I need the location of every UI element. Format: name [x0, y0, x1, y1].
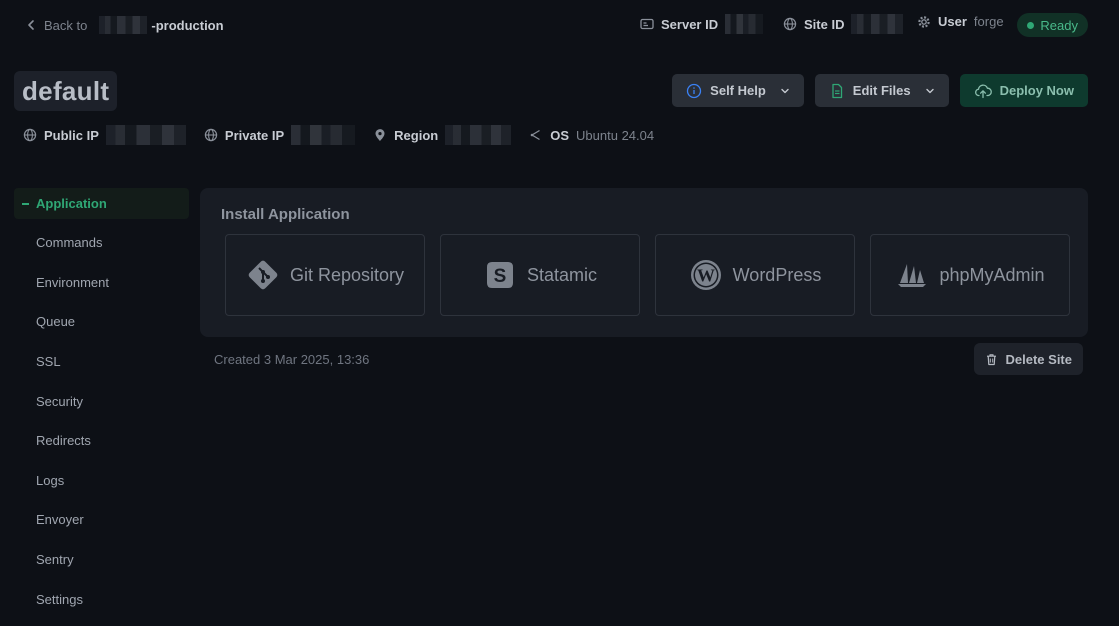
edit-files-button[interactable]: Edit Files	[814, 74, 949, 107]
file-icon	[832, 83, 842, 98]
sidebar-item-label: Redirects	[36, 433, 91, 449]
sidebar-item-environment[interactable]: Environment	[14, 263, 189, 303]
install-application-panel: Install Application Git Repository S Sta…	[200, 188, 1088, 337]
wordpress-icon: W	[690, 260, 721, 290]
back-label: Back to	[44, 17, 88, 33]
back-link[interactable]: Back to -production	[24, 16, 224, 34]
redacted-site-id	[851, 14, 904, 34]
app-name: Statamic	[526, 264, 598, 285]
status-label: Ready	[1040, 17, 1078, 33]
region: Region	[373, 125, 512, 145]
app-name: phpMyAdmin	[939, 264, 1045, 285]
app-name: Git Repository	[289, 264, 405, 285]
sidebar-item-label: Queue	[36, 314, 76, 330]
os-value: Ubuntu 24.04	[576, 127, 655, 143]
region-label: Region	[394, 127, 439, 143]
user-info: User forge	[917, 14, 1004, 29]
sidebar-item-queue[interactable]: Queue	[14, 302, 189, 342]
gear-icon	[918, 15, 930, 28]
deploy-now-label: Deploy Now	[999, 83, 1074, 98]
statamic-icon: S	[486, 262, 513, 288]
sidebar-item-label: Security	[36, 393, 83, 409]
private-ip-label: Private IP	[224, 127, 285, 143]
page-title: default	[14, 71, 118, 111]
cloud-upload-icon	[974, 84, 992, 98]
git-icon	[248, 260, 278, 290]
sidebar-item-redirects[interactable]: Redirects	[14, 421, 189, 461]
redacted-private-ip	[291, 125, 356, 145]
map-pin-icon	[375, 129, 385, 141]
app-cards: Git Repository S Statamic W WordPress ph…	[225, 234, 1070, 316]
info-icon	[687, 83, 702, 98]
sidebar-item-security[interactable]: Security	[14, 381, 189, 421]
install-application-title: Install Application	[221, 206, 350, 223]
trash-icon	[986, 353, 996, 365]
minus-icon	[22, 202, 29, 205]
sidebar-item-envoyer[interactable]: Envoyer	[14, 500, 189, 540]
chevron-down-icon	[781, 88, 789, 93]
globe-icon	[23, 128, 37, 142]
sidebar-item-label: Commands	[36, 235, 103, 251]
server-id: Server ID	[640, 14, 764, 34]
private-ip: Private IP	[204, 125, 356, 145]
chevron-down-icon	[925, 88, 934, 93]
status-badge: Ready	[1017, 13, 1088, 37]
app-card-phpmyadmin[interactable]: phpMyAdmin	[870, 234, 1070, 316]
operating-system: OS Ubuntu 24.04	[529, 128, 654, 143]
sidebar-item-label: Application	[36, 196, 107, 211]
self-help-label: Self Help	[710, 83, 766, 98]
sidebar-item-commands[interactable]: Commands	[14, 223, 189, 263]
app-card-wordpress[interactable]: W WordPress	[655, 234, 855, 316]
site-id: Site ID	[783, 14, 904, 34]
sidebar-item-ssl[interactable]: SSL	[14, 342, 189, 382]
os-label: OS	[550, 127, 570, 143]
site-id-label: Site ID	[804, 16, 845, 32]
redacted-server-id	[725, 14, 764, 34]
chevron-left-icon	[28, 20, 34, 30]
sidebar-item-label: Logs	[36, 472, 65, 488]
redacted-project-name	[99, 16, 148, 34]
sidebar: Application Commands Environment Queue S…	[14, 188, 189, 619]
ubuntu-icon	[530, 129, 541, 141]
redacted-public-ip	[105, 125, 186, 145]
redacted-region	[445, 125, 512, 145]
header-actions: Self Help Edit Files Deploy Now	[672, 74, 1088, 107]
public-ip-label: Public IP	[44, 127, 99, 143]
self-help-button[interactable]: Self Help	[672, 74, 804, 107]
delete-site-label: Delete Site	[1005, 351, 1072, 367]
user-label: User	[938, 14, 967, 29]
sidebar-item-sentry[interactable]: Sentry	[14, 540, 189, 580]
project-name: -production	[151, 17, 224, 33]
sidebar-item-label: Sentry	[36, 552, 74, 568]
sidebar-item-label: Envoyer	[36, 512, 84, 528]
app-name: WordPress	[732, 264, 822, 285]
app-card-git-repository[interactable]: Git Repository	[225, 234, 425, 316]
server-icon	[640, 18, 654, 30]
globe-icon	[783, 17, 797, 31]
top-bar: Back to -production Server ID Site ID Us…	[0, 0, 1119, 50]
sidebar-item-settings[interactable]: Settings	[14, 579, 189, 619]
status-dot-icon	[1027, 21, 1035, 29]
phpmyadmin-icon	[898, 264, 927, 287]
sidebar-item-logs[interactable]: Logs	[14, 461, 189, 501]
svg-text:S: S	[494, 266, 507, 287]
app-card-statamic[interactable]: S Statamic	[440, 234, 640, 316]
sidebar-item-application[interactable]: Application	[14, 188, 189, 219]
sidebar-item-label: Environment	[36, 274, 109, 290]
sidebar-item-label: SSL	[36, 354, 61, 370]
server-id-label: Server ID	[661, 16, 719, 32]
edit-files-label: Edit Files	[852, 83, 911, 98]
server-info-row: Public IP Private IP Region OS Ubuntu 24…	[23, 125, 672, 145]
delete-site-button[interactable]: Delete Site	[973, 343, 1083, 375]
created-timestamp: Created 3 Mar 2025, 13:36	[214, 352, 370, 367]
globe-icon	[204, 128, 218, 142]
svg-text:W: W	[697, 266, 715, 286]
user-value: forge	[973, 14, 1004, 29]
public-ip: Public IP	[23, 125, 186, 145]
deploy-now-button[interactable]: Deploy Now	[959, 74, 1088, 107]
sidebar-item-label: Settings	[36, 591, 83, 607]
